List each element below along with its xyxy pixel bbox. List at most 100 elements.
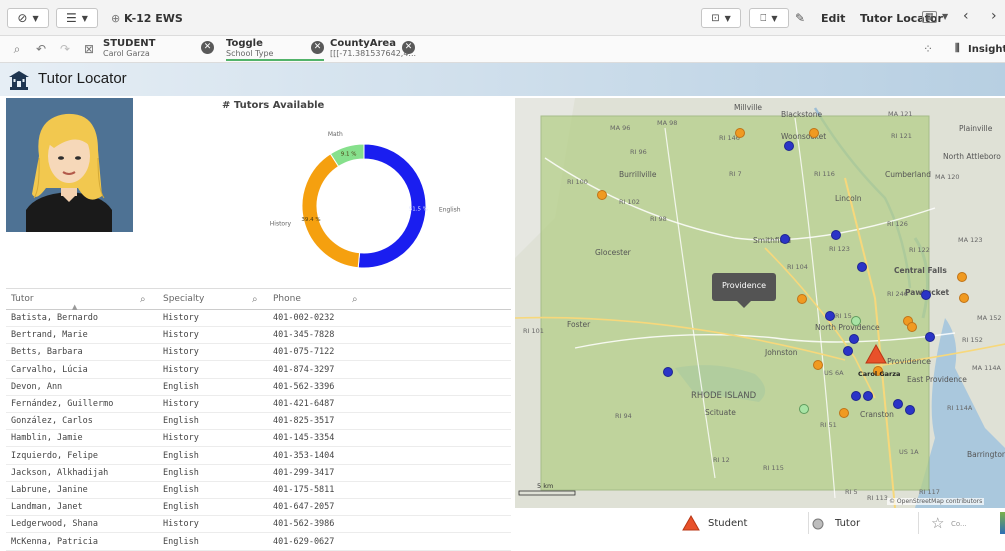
table-row[interactable]: Carvalho, Lúcia History 401-874-3297: [6, 362, 511, 379]
donut-value-label: 9.1 %: [341, 152, 357, 158]
tutor-pin[interactable]: [851, 391, 861, 401]
map-place-label: Providence: [887, 357, 932, 366]
table-row[interactable]: McKenna, Patricia English 401-629-0627: [6, 534, 511, 551]
student-marker[interactable]: [865, 344, 887, 364]
table-row[interactable]: González, Carlos English 401-825-3517: [6, 413, 511, 431]
tutor-pin[interactable]: [905, 405, 915, 415]
tutor-pin[interactable]: [893, 399, 903, 409]
clear-selection-icon[interactable]: ✕: [201, 41, 214, 54]
pencil-icon[interactable]: ✎: [795, 11, 805, 25]
table-row[interactable]: Labrune, Janine English 401-175-5811: [6, 482, 511, 499]
sheets-icon[interactable]: ▦: [922, 11, 937, 23]
tutor-pin[interactable]: [784, 141, 794, 151]
bookmark-button[interactable]: ⎕ ▼: [749, 8, 789, 28]
tutor-pin[interactable]: [799, 404, 809, 414]
phone-cell: 401-345-7828: [273, 330, 335, 341]
tutor-pin[interactable]: [825, 311, 835, 321]
map-road-label: RI 101: [523, 327, 544, 335]
phone-cell: 401-647-2057: [273, 502, 335, 513]
tutor-pin[interactable]: [597, 190, 607, 200]
tutor-pin[interactable]: [907, 322, 917, 332]
tutor-map[interactable]: Millville Blackstone Woonsocket Plainvil…: [515, 98, 1005, 508]
map-attribution[interactable]: © OpenStreetMap contributors: [887, 498, 985, 505]
table-row[interactable]: Batista, Bernardo History 401-002-0232: [6, 310, 511, 327]
selection-chip-countyarea[interactable]: CountyArea [[[-71.381537642,4... ✕: [330, 38, 420, 61]
specialty-cell: English: [163, 467, 199, 478]
tutor-pin[interactable]: [857, 262, 867, 272]
column-header-label: Phone: [273, 294, 301, 304]
clear-selection-icon[interactable]: ✕: [311, 41, 324, 54]
specialty-cell: English: [163, 381, 199, 392]
tutor-pin[interactable]: [843, 346, 853, 356]
map-road-label: RI 15: [835, 312, 852, 320]
table-row[interactable]: Devon, Ann English 401-562-3396: [6, 379, 511, 396]
navigation-menu-button[interactable]: ⊘ ▼: [7, 8, 49, 28]
table-row[interactable]: Hamblin, Jamie History 401-145-3354: [6, 430, 511, 448]
tutor-pin[interactable]: [959, 293, 969, 303]
map-road-label: MA 98: [657, 119, 678, 127]
chevron-down-icon[interactable]: ▼: [942, 12, 948, 21]
table-row[interactable]: Betts, Barbara History 401-075-7122: [6, 344, 511, 362]
insights-icon[interactable]: ⫼: [955, 43, 960, 54]
circle-icon: [812, 518, 824, 530]
map-place-label: Cranston: [860, 410, 894, 419]
column-header-label: Specialty: [163, 294, 205, 304]
tutor-pin[interactable]: [925, 332, 935, 342]
map-road-label: RI 7: [729, 170, 742, 178]
smart-search-icon[interactable]: ⌕: [8, 41, 26, 58]
legend-divider: [808, 512, 809, 534]
insights-button[interactable]: Insights: [968, 44, 1005, 55]
table-row[interactable]: Bertrand, Marie History 401-345-7828: [6, 327, 511, 345]
search-icon[interactable]: ⌕: [140, 289, 146, 310]
tutor-pin[interactable]: [831, 230, 841, 240]
tutor-pin[interactable]: [663, 367, 673, 377]
table-row[interactable]: Ledgerwood, Shana History 401-562-3986: [6, 516, 511, 534]
tutor-pin[interactable]: [921, 290, 931, 300]
search-icon[interactable]: ⌕: [252, 289, 258, 310]
map-road-label: US 6A: [824, 369, 844, 377]
clear-selection-icon[interactable]: ✕: [402, 41, 415, 54]
tutor-pin[interactable]: [735, 128, 745, 138]
tutor-pin[interactable]: [809, 128, 819, 138]
search-icon[interactable]: ⌕: [352, 289, 358, 310]
table-row[interactable]: Izquierdo, Felipe English 401-353-1404: [6, 448, 511, 465]
next-sheet-icon[interactable]: ›: [991, 8, 997, 24]
column-header-tutor[interactable]: Tutor ▲ ⌕: [6, 289, 158, 311]
tutors-donut-chart[interactable]: 51.5 % English 39.4 % History 9.1 % Math: [256, 118, 496, 278]
selection-chip-student[interactable]: STUDENT Carol Garza ✕: [103, 38, 215, 61]
map-place-label: Burrillville: [619, 170, 657, 179]
map-road-label: RI 246: [887, 290, 908, 298]
present-button[interactable]: ⊡ ▼: [701, 8, 741, 28]
phone-cell: 401-562-3396: [273, 381, 335, 392]
tutor-pin[interactable]: [849, 334, 859, 344]
step-back-icon[interactable]: ↶: [32, 41, 50, 58]
donut-slice-history[interactable]: [301, 153, 361, 269]
map-road-label: RI 102: [619, 198, 640, 206]
tutor-pin[interactable]: [813, 360, 823, 370]
tutor-pin[interactable]: [851, 316, 861, 326]
edit-button[interactable]: Edit: [821, 12, 845, 25]
map-tooltip: Providence: [712, 273, 776, 301]
phone-cell: 401-175-5811: [273, 485, 335, 495]
global-menu-button[interactable]: ☰ ▼: [56, 8, 98, 28]
legend-divider: [918, 512, 919, 534]
column-header-specialty[interactable]: Specialty ⌕: [158, 289, 268, 310]
selection-chip-toggle[interactable]: Toggle School Type ✕: [226, 38, 324, 61]
step-forward-icon[interactable]: ↷: [56, 41, 74, 58]
table-row[interactable]: Fernández, Guillermo History 401-421-6487: [6, 396, 511, 413]
clear-all-icon[interactable]: ⊠: [80, 41, 98, 58]
tutor-pin[interactable]: [797, 294, 807, 304]
specialty-cell: History: [163, 433, 199, 444]
column-header-phone[interactable]: Phone ⌕: [268, 289, 368, 310]
tutor-pin[interactable]: [957, 272, 967, 282]
tutor-pin[interactable]: [863, 391, 873, 401]
table-row[interactable]: Jackson, Alkhadijah English 401-299-3417: [6, 465, 511, 482]
tutor-pin[interactable]: [780, 234, 790, 244]
table-row[interactable]: Landman, Janet English 401-647-2057: [6, 499, 511, 517]
map-road-label: RI 96: [630, 148, 647, 156]
tutor-name-cell: Devon, Ann: [11, 381, 63, 392]
previous-sheet-icon[interactable]: ‹: [963, 8, 969, 24]
tutor-pin[interactable]: [839, 408, 849, 418]
column-header-label: Tutor: [11, 294, 34, 304]
selections-tool-icon[interactable]: ⁘: [919, 41, 937, 58]
